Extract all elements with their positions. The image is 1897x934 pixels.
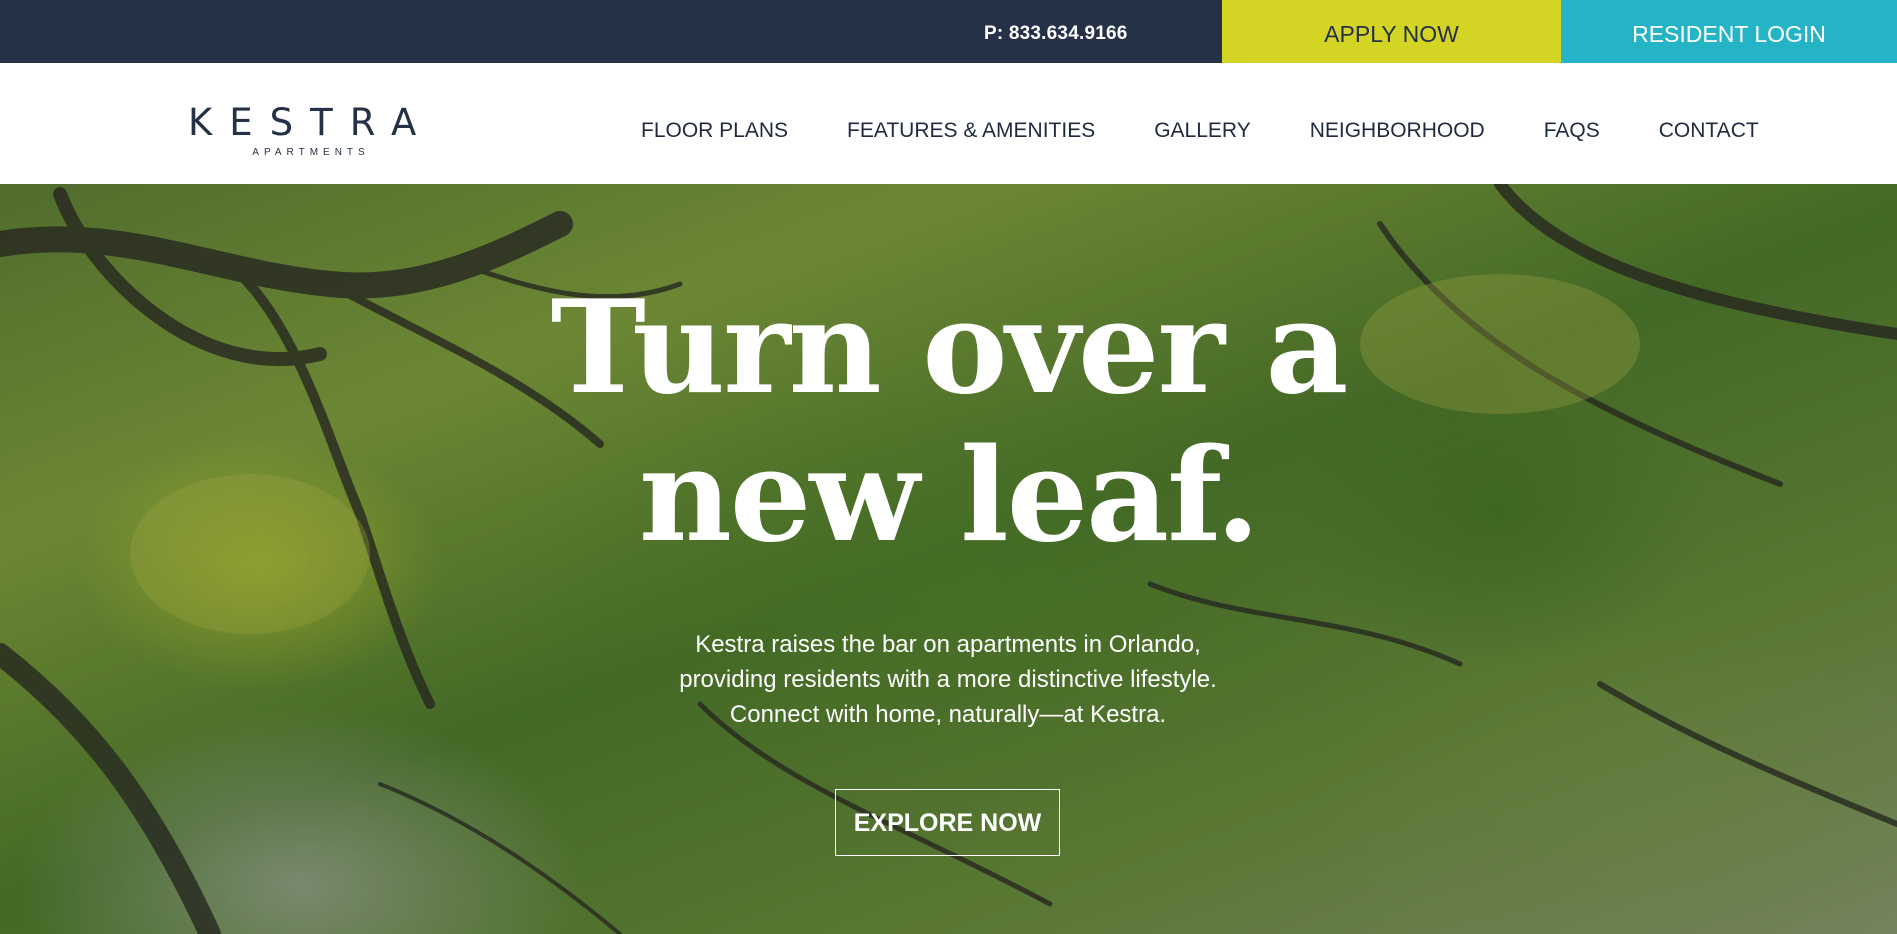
nav-item-features-amenities[interactable]: FEATURES & AMENITIES bbox=[847, 105, 1095, 143]
kestra-logo[interactable]: KESTRA APARTMENTS bbox=[188, 101, 444, 159]
phone-number-link[interactable]: P: 833.634.9166 bbox=[984, 0, 1128, 63]
resident-login-button[interactable]: RESIDENT LOGIN bbox=[1561, 0, 1897, 63]
apply-now-button[interactable]: APPLY NOW bbox=[1222, 0, 1561, 63]
hero-heading-line-1: Turn over a bbox=[550, 273, 1349, 423]
logo-wordmark: KESTRA bbox=[188, 101, 434, 144]
top-utility-bar: P: 833.634.9166 APPLY NOW RESIDENT LOGIN bbox=[0, 0, 1897, 63]
nav-item-contact[interactable]: CONTACT bbox=[1659, 105, 1759, 143]
nav-item-floor-plans[interactable]: FLOOR PLANS bbox=[641, 105, 788, 143]
hero-heading: Turn over a new leaf. bbox=[0, 274, 1897, 570]
logo-subtitle: APARTMENTS bbox=[252, 147, 370, 158]
site-header: KESTRA APARTMENTS FLOOR PLANS FEATURES &… bbox=[0, 63, 1897, 184]
nav-item-faqs[interactable]: FAQS bbox=[1544, 105, 1600, 143]
main-nav: FLOOR PLANS FEATURES & AMENITIES GALLERY… bbox=[641, 63, 1759, 184]
nav-item-neighborhood[interactable]: NEIGHBORHOOD bbox=[1310, 105, 1485, 143]
hero-heading-line-2: new leaf. bbox=[638, 421, 1260, 571]
hero-description: Kestra raises the bar on apartments in O… bbox=[679, 631, 1217, 728]
hero-section: Turn over a new leaf. Kestra raises the … bbox=[0, 184, 1897, 934]
explore-now-button[interactable]: EXPLORE NOW bbox=[835, 789, 1060, 856]
nav-item-gallery[interactable]: GALLERY bbox=[1154, 105, 1251, 143]
